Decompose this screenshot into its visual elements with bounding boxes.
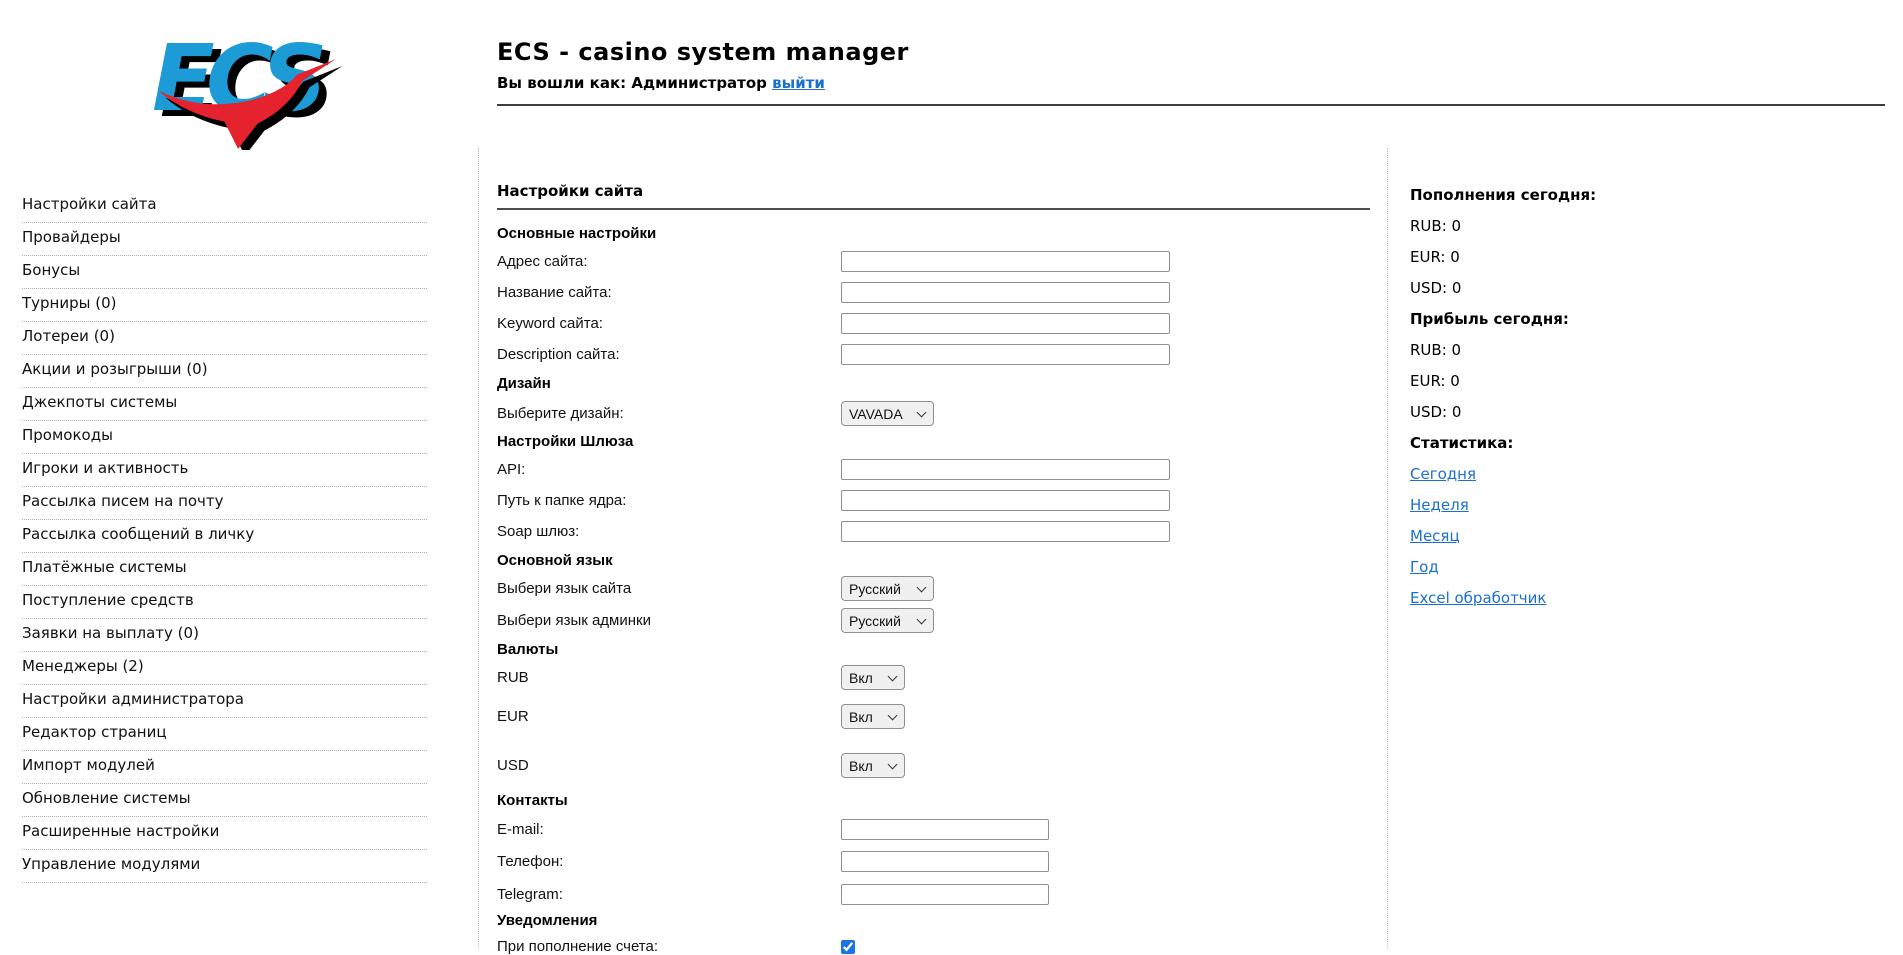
profit-rub-value: RUB: 0 [1410, 341, 1462, 359]
keyword-label: Keyword сайта: [497, 315, 603, 332]
stats-link-year[interactable]: Год [1410, 558, 1439, 576]
title-divider [497, 208, 1370, 210]
deposit-notification-label: При пополнение счета: [497, 938, 659, 955]
telegram-label: Telegram: [497, 886, 563, 903]
sidebar-item-promotions[interactable]: Акции и розыгрыши (0) [22, 355, 427, 388]
email-label: E-mail: [497, 821, 544, 838]
phone-input[interactable] [841, 851, 1049, 872]
usd-label: USD [497, 757, 529, 774]
site-settings-panel: Настройки сайта Основные настройки Адрес… [497, 182, 1370, 955]
deposits-rub-value: RUB: 0 [1410, 217, 1462, 235]
sidebar-item-tournaments[interactable]: Турниры (0) [22, 289, 427, 322]
section-basic-settings: Основные настройки [497, 225, 657, 242]
sidebar-item-players-activity[interactable]: Игроки и активность [22, 454, 427, 487]
admin-language-select[interactable]: Русский [841, 608, 934, 633]
deposits-usd-value: USD: 0 [1410, 279, 1462, 297]
design-label: Выберите дизайн: [497, 405, 624, 422]
api-label: API: [497, 461, 526, 478]
phone-label: Телефон: [497, 853, 564, 870]
soap-input[interactable] [841, 521, 1170, 542]
divider-main-stats [1387, 148, 1388, 948]
site-address-label: Адрес сайта: [497, 253, 588, 270]
page-title: ECS - casino system manager [497, 38, 909, 66]
stats-link-month[interactable]: Месяц [1410, 527, 1460, 545]
section-contacts: Контакты [497, 792, 568, 809]
rub-label: RUB [497, 669, 529, 686]
header-divider [497, 104, 1885, 106]
rub-select[interactable]: Вкл [841, 665, 905, 690]
telegram-input[interactable] [841, 884, 1049, 905]
soap-label: Soap шлюз: [497, 523, 580, 540]
section-design: Дизайн [497, 375, 551, 392]
profit-usd-value: USD: 0 [1410, 403, 1462, 421]
sidebar-item-page-editor[interactable]: Редактор страниц [22, 718, 427, 751]
eur-select[interactable]: Вкл [841, 704, 905, 729]
sidebar-item-advanced-settings[interactable]: Расширенные настройки [22, 817, 427, 850]
description-input[interactable] [841, 344, 1170, 365]
sidebar-item-bonuses[interactable]: Бонусы [22, 256, 427, 289]
sidebar-item-jackpots[interactable]: Джекпоты системы [22, 388, 427, 421]
site-address-input[interactable] [841, 251, 1170, 272]
site-language-select[interactable]: Русский [841, 576, 934, 601]
deposits-eur-value: EUR: 0 [1410, 248, 1460, 266]
site-name-label: Название сайта: [497, 284, 612, 301]
section-currencies: Валюты [497, 641, 559, 658]
sidebar-item-admin-settings[interactable]: Настройки администратора [22, 685, 427, 718]
profit-today-title: Прибыль сегодня: [1410, 310, 1569, 328]
sidebar-item-promocodes[interactable]: Промокоды [22, 421, 427, 454]
profit-eur-value: EUR: 0 [1410, 372, 1460, 390]
email-input[interactable] [841, 819, 1049, 840]
login-status-text: Вы вошли как: Администратор [497, 74, 767, 92]
sidebar-item-payout-requests[interactable]: Заявки на выплату (0) [22, 619, 427, 652]
ecs-logo: ECS ECS [140, 18, 345, 156]
sidebar-item-system-update[interactable]: Обновление системы [22, 784, 427, 817]
description-label: Description сайта: [497, 346, 620, 363]
ecs-logo-image: ECS ECS [152, 25, 343, 156]
section-title: Настройки сайта [497, 182, 644, 200]
sidebar-item-module-management[interactable]: Управление модулями [22, 850, 427, 883]
deposit-notification-checkbox[interactable] [841, 939, 855, 954]
deposits-today-title: Пополнения сегодня: [1410, 186, 1597, 204]
sidebar-item-pm-mailing[interactable]: Рассылка сообщений в личку [22, 520, 427, 553]
section-gateway: Настройки Шлюза [497, 433, 634, 450]
eur-label: EUR [497, 708, 529, 725]
sidebar-item-lotteries[interactable]: Лотереи (0) [22, 322, 427, 355]
divider-sidebar-main [478, 148, 479, 948]
core-path-label: Путь к папке ядра: [497, 492, 627, 509]
stats-link-today[interactable]: Сегодня [1410, 465, 1476, 483]
sidebar-menu: Настройки сайта Провайдеры Бонусы Турнир… [22, 190, 427, 883]
stats-link-week[interactable]: Неделя [1410, 496, 1469, 514]
section-notifications: Уведомления [497, 912, 598, 929]
sidebar-item-email-mailing[interactable]: Рассылка писем на почту [22, 487, 427, 520]
sidebar-item-managers[interactable]: Менеджеры (2) [22, 652, 427, 685]
statistics-title: Статистика: [1410, 434, 1514, 452]
sidebar-item-module-import[interactable]: Импорт модулей [22, 751, 427, 784]
section-language: Основной язык [497, 552, 613, 569]
keyword-input[interactable] [841, 313, 1170, 334]
logout-link[interactable]: выйти [772, 74, 825, 92]
sidebar-item-site-settings[interactable]: Настройки сайта [22, 190, 427, 223]
sidebar-item-providers[interactable]: Провайдеры [22, 223, 427, 256]
admin-language-label: Выбери язык админки [497, 612, 651, 629]
design-select[interactable]: VAVADA [841, 401, 934, 426]
stats-link-excel[interactable]: Excel обработчик [1410, 589, 1546, 607]
sidebar-item-deposits[interactable]: Поступление средств [22, 586, 427, 619]
site-language-label: Выбери язык сайта [497, 580, 632, 597]
sidebar-item-payment-systems[interactable]: Платёжные системы [22, 553, 427, 586]
site-name-input[interactable] [841, 282, 1170, 303]
usd-select[interactable]: Вкл [841, 753, 905, 778]
login-status: Вы вошли как: Администратор выйти [497, 74, 909, 92]
core-path-input[interactable] [841, 490, 1170, 511]
stats-panel: Пополнения сегодня: RUB: 0 EUR: 0 USD: 0… [1410, 186, 1830, 620]
api-input[interactable] [841, 459, 1170, 480]
